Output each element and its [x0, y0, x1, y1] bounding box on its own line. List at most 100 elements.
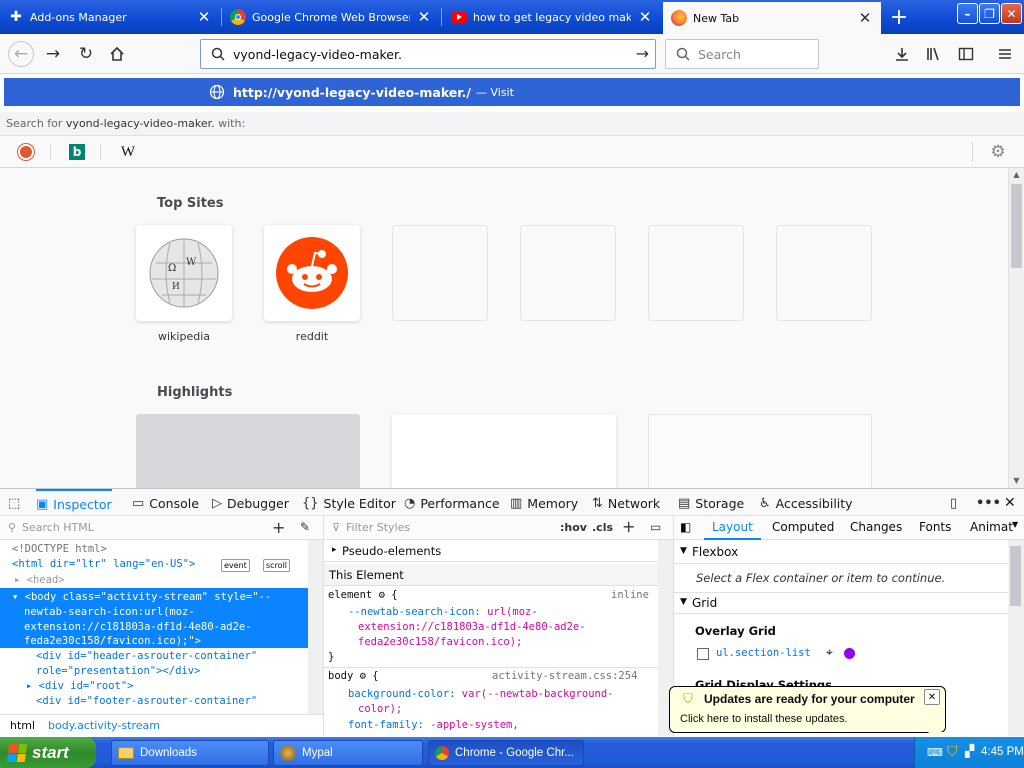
tab-inspector[interactable]: ▣ Inspector [36, 489, 112, 517]
markup-scrollbar[interactable] [308, 540, 323, 714]
page-scrollbar[interactable]: ▲ ▼ [1008, 168, 1024, 488]
css-value[interactable]: -apple-system, [430, 719, 519, 731]
close-devtools-button[interactable]: ✕ [1004, 489, 1016, 517]
shield-icon[interactable]: ⛉ [947, 743, 958, 760]
rule-source[interactable]: inline [611, 588, 649, 603]
flexbox-header[interactable]: ▼ Flexbox [674, 542, 1008, 564]
grid-header[interactable]: ▼ Grid [674, 592, 1008, 614]
reload-button[interactable]: ↻ [74, 42, 98, 66]
start-button[interactable]: start [0, 737, 96, 768]
gear-icon[interactable]: ⚙ [988, 142, 1008, 162]
wikipedia-icon[interactable]: W [118, 142, 138, 162]
sidebar-button[interactable] [954, 42, 978, 66]
tab-chrome[interactable]: Google Chrome Web Browser ✕ [222, 2, 440, 32]
filter-styles-input[interactable]: Filter Styles [346, 521, 410, 534]
dock-button[interactable]: ▯ [950, 489, 962, 517]
css-value[interactable]: url(moz- [487, 606, 538, 618]
close-icon[interactable]: ✕ [196, 8, 212, 26]
highlight-card[interactable] [136, 414, 360, 488]
tab-changes[interactable]: Changes [850, 520, 902, 534]
tab-performance[interactable]: ◔ Performance [404, 489, 500, 517]
css-property[interactable]: font-family: [348, 719, 424, 731]
selected-node[interactable]: ▾ <body class="activity-stream" style="-… [0, 588, 308, 648]
markup-line[interactable]: ▸ <div id="root"> [26, 679, 133, 694]
top-site-wikipedia[interactable]: Ω W И [136, 225, 232, 321]
tab-console[interactable]: ▭ Console [132, 489, 199, 517]
go-arrow-icon[interactable]: → [636, 44, 649, 63]
breadcrumb-item[interactable]: html [10, 719, 35, 732]
add-rule-button[interactable]: + [622, 517, 635, 536]
highlight-card[interactable] [648, 414, 872, 488]
duckduckgo-icon[interactable] [16, 142, 36, 162]
add-node-button[interactable]: + [272, 518, 285, 537]
css-property[interactable]: background-color: [348, 688, 455, 700]
keyboard-icon[interactable]: ⌨ [927, 746, 943, 759]
minimize-button[interactable]: – [957, 3, 978, 24]
css-value[interactable]: extension://c181803a-df1d-4e80-ad2e- [358, 620, 586, 635]
layout-scrollbar[interactable] [1008, 540, 1024, 736]
markup-line-head[interactable]: ▸ <head> [14, 573, 65, 588]
highlight-card[interactable] [392, 414, 616, 488]
tab-addons-manager[interactable]: ✚ Add-ons Manager ✕ [0, 2, 220, 32]
scroll-badge[interactable]: scroll [263, 559, 291, 572]
tab-new-tab[interactable]: New Tab ✕ [663, 2, 881, 34]
tab-style-editor[interactable]: {} Style Editor [302, 489, 396, 517]
tab-memory[interactable]: ▥ Memory [510, 489, 578, 517]
css-property[interactable]: --newtab-search-icon: [348, 606, 481, 618]
gear-icon[interactable]: ⚙ [360, 670, 366, 682]
pseudo-elements-toggle[interactable]: ▸ Pseudo-elements [324, 542, 658, 562]
css-value[interactable]: color); [358, 702, 402, 717]
network-icon[interactable]: ▞ [965, 744, 974, 758]
close-icon[interactable]: ✕ [416, 8, 432, 26]
url-input[interactable]: vyond-legacy-video-maker. [233, 47, 402, 62]
sidebar-toggle-icon[interactable]: ◧ [680, 520, 691, 534]
update-notification[interactable]: ⛉ Updates are ready for your computer ✕ … [669, 686, 946, 740]
search-bar[interactable]: Search [665, 39, 819, 69]
forward-button[interactable]: → [41, 42, 65, 66]
css-value[interactable]: feda2e30c158/favicon.ico); [358, 635, 522, 650]
chevron-down-icon[interactable]: ▼ [1012, 520, 1018, 529]
tab-animations[interactable]: Animat [970, 520, 1013, 534]
rule-source[interactable]: activity-stream.css:254 [492, 669, 637, 684]
crosshair-icon[interactable]: ⌖ [826, 645, 833, 660]
markup-line[interactable]: <div id="header-asrouter-container" [36, 649, 257, 664]
new-tab-button[interactable]: + [885, 4, 913, 30]
filter-styles-bar[interactable]: ⊽ Filter Styles :hov .cls + ▭ [324, 516, 673, 540]
print-media-icon[interactable]: ▭ [650, 520, 661, 534]
markup-line[interactable]: <!DOCTYPE html> [12, 542, 107, 557]
home-button[interactable] [105, 42, 129, 66]
element-picker-button[interactable]: ⬚ [8, 489, 25, 517]
tab-fonts[interactable]: Fonts [919, 520, 951, 534]
scroll-thumb[interactable] [1011, 184, 1022, 268]
tab-computed[interactable]: Computed [772, 520, 834, 534]
search-html-bar[interactable]: ⚲ Search HTML + ✎ [0, 516, 323, 540]
breadcrumb-item[interactable]: body.activity-stream [48, 719, 160, 732]
tab-accessibility[interactable]: ♿ Accessibility [759, 489, 853, 517]
close-window-button[interactable]: ✕ [1001, 3, 1022, 24]
event-badge[interactable]: event [221, 559, 250, 572]
url-bar[interactable]: vyond-legacy-video-maker. → [200, 39, 656, 69]
close-icon[interactable]: ✕ [857, 9, 873, 27]
markup-line[interactable]: <html dir="ltr" lang="en-US"> [12, 557, 195, 572]
close-notification-button[interactable]: ✕ [924, 689, 940, 705]
close-icon[interactable]: ✕ [637, 8, 653, 26]
restore-button[interactable]: ❐ [979, 3, 1000, 24]
tab-layout[interactable]: Layout [704, 516, 761, 540]
taskbar-item-mypal[interactable]: Mypal [273, 740, 423, 766]
library-button[interactable] [922, 42, 946, 66]
markup-line[interactable]: <div id="footer-asrouter-container" [36, 694, 257, 709]
downloads-button[interactable] [890, 42, 914, 66]
cls-toggle[interactable]: .cls [592, 521, 613, 534]
back-button[interactable]: ← [8, 41, 34, 67]
top-site-reddit[interactable] [264, 225, 360, 321]
taskbar-item-downloads[interactable]: Downloads [111, 740, 269, 766]
hov-toggle[interactable]: :hov [560, 521, 587, 534]
gear-icon[interactable]: ⚙ [379, 589, 385, 601]
markup-line[interactable]: role="presentation"></div> [36, 664, 200, 679]
grid-color-swatch[interactable] [844, 648, 855, 659]
search-html-input[interactable]: Search HTML [22, 521, 94, 534]
eyedropper-icon[interactable]: ✎ [300, 520, 310, 534]
autocomplete-visit-row[interactable]: http://vyond-legacy-video-maker./ — Visi… [4, 78, 1020, 106]
grid-checkbox[interactable] [697, 648, 709, 660]
menu-button[interactable] [993, 42, 1017, 66]
